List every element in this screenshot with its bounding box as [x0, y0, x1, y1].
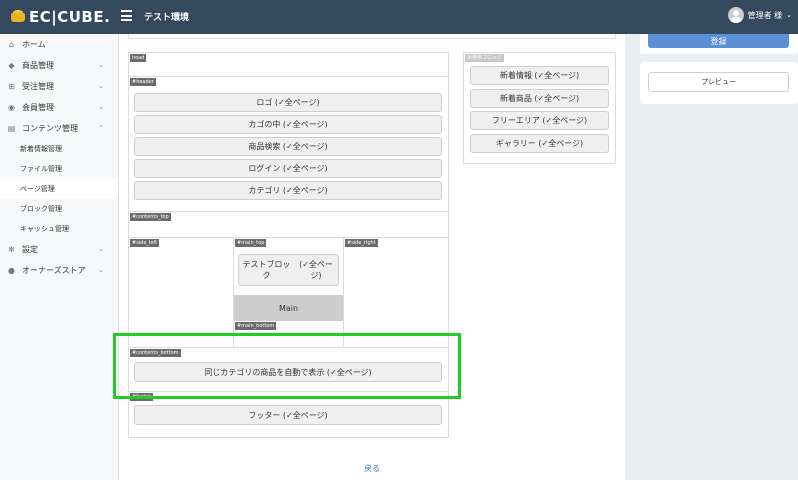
- sidebar-subitem-blocks[interactable]: ブロック管理: [0, 199, 118, 219]
- sidebar-item-products[interactable]: ◆ 商品管理 ⌄: [0, 55, 118, 76]
- sidebar-item-home[interactable]: ⌂ ホーム: [0, 34, 118, 55]
- sidebar-item-label: 受注管理: [22, 82, 54, 91]
- sidebar-item-label: 設定: [22, 245, 38, 254]
- block-category[interactable]: カテゴリ (✓全ページ): [134, 181, 442, 200]
- area-tag-side-right: #side_right: [345, 239, 378, 247]
- chevron-down-icon: ⌄: [98, 245, 104, 253]
- chevron-down-icon: ⌄: [786, 11, 792, 19]
- sidebar-item-owners-store[interactable]: ● オーナーズストア ⌄: [0, 260, 118, 281]
- logo-text: EC|CUBE.: [29, 8, 111, 26]
- top-bar: EC|CUBE. テスト環境 管理者 様 ⌄: [0, 0, 798, 34]
- area-contents-top[interactable]: #contents_top: [129, 212, 448, 238]
- highlight-box: [113, 333, 461, 399]
- sidebar-item-orders[interactable]: ⊞ 受注管理 ⌄: [0, 76, 118, 97]
- chevron-up-icon: ⌃: [98, 124, 104, 132]
- chevron-down-icon: ⌄: [98, 103, 104, 111]
- preview-card: プレビュー: [640, 62, 798, 104]
- save-card: 登録: [640, 34, 798, 54]
- area-tag: #header: [130, 78, 156, 86]
- block-test[interactable]: テストブロック (✓全ページ): [238, 254, 339, 286]
- preview-button[interactable]: プレビュー: [648, 72, 789, 92]
- block-search[interactable]: 商品検索 (✓全ページ): [134, 137, 442, 156]
- area-tag: #contents_top: [130, 213, 171, 221]
- area-tag: 未使用ブロック: [465, 54, 505, 62]
- chevron-down-icon: ⌄: [98, 266, 104, 274]
- crown-icon: [10, 10, 26, 24]
- info-icon: ●: [8, 266, 15, 275]
- area-head[interactable]: head: [129, 53, 448, 77]
- sidebar-item-label: 会員管理: [22, 103, 54, 112]
- area-tag: head: [130, 54, 147, 62]
- hamburger-menu-icon[interactable]: [121, 10, 132, 22]
- area-middle-row: #side_left #main_top #side_right テストブロック…: [129, 238, 448, 348]
- area-tag-main-top: #main_top: [235, 239, 267, 247]
- sidebar: ⌂ ホーム ◆ 商品管理 ⌄ ⊞ 受注管理 ⌄ ◉ 会員管理 ⌄ ▤ コンテンツ…: [0, 34, 119, 480]
- home-icon: ⌂: [8, 40, 15, 49]
- tag-icon: ◆: [8, 61, 15, 70]
- user-name: 管理者 様: [747, 10, 783, 20]
- sidebar-subitem-news[interactable]: 新着情報管理: [0, 139, 118, 159]
- shop-name: テスト環境: [144, 13, 190, 23]
- unused-blocks-panel: 未使用ブロック 新着情報 (✓全ページ) 新着商品 (✓全ページ) フリーエリア…: [463, 52, 616, 164]
- block-cart[interactable]: カゴの中 (✓全ページ): [134, 115, 442, 134]
- user-menu[interactable]: 管理者 様 ⌄: [727, 7, 792, 23]
- unused-block-gallery[interactable]: ギャラリー (✓全ページ): [470, 134, 609, 153]
- block-footer[interactable]: フッター (✓全ページ): [134, 405, 442, 425]
- main-content: head #header ロゴ (✓全ページ) カゴの中 (✓全ページ) 商品検…: [119, 34, 625, 480]
- sidebar-subitem-files[interactable]: ファイル管理: [0, 159, 118, 179]
- sidebar-item-settings[interactable]: ✻ 設定 ⌄: [0, 239, 118, 260]
- unused-block-news[interactable]: 新着情報 (✓全ページ): [470, 66, 609, 85]
- sidebar-item-label: 商品管理: [22, 61, 54, 70]
- sidebar-item-label: ホーム: [22, 40, 46, 49]
- block-login[interactable]: ログイン (✓全ページ): [134, 159, 442, 178]
- file-icon: ▤: [7, 124, 16, 133]
- block-test-scope: (✓全ページ): [299, 260, 333, 280]
- block-test-name: テストブロック: [242, 260, 291, 280]
- block-logo[interactable]: ロゴ (✓全ページ): [134, 93, 442, 112]
- users-icon: ◉: [8, 103, 15, 112]
- sidebar-item-label: オーナーズストア: [22, 266, 86, 275]
- sidebar-subitem-cache[interactable]: キャッシュ管理: [0, 219, 118, 239]
- gear-icon: ✻: [8, 245, 15, 254]
- eccube-logo[interactable]: EC|CUBE.: [10, 8, 110, 26]
- cart-icon: ⊞: [8, 82, 15, 91]
- sidebar-subitem-pages[interactable]: ページ管理: [0, 179, 118, 199]
- unused-block-new-products[interactable]: 新着商品 (✓全ページ): [470, 89, 609, 108]
- unused-block-free-area[interactable]: フリーエリア (✓全ページ): [470, 111, 609, 130]
- top-card-edge: [128, 34, 616, 39]
- area-tag-main-bottom: #main_bottom: [235, 322, 277, 330]
- back-link[interactable]: 戻る: [364, 463, 380, 474]
- sidebar-item-contents[interactable]: ▤ コンテンツ管理 ⌃: [0, 118, 118, 139]
- right-column: 登録 プレビュー: [625, 34, 798, 480]
- area-tag-side-left: #side_left: [130, 239, 160, 247]
- sidebar-item-customers[interactable]: ◉ 会員管理 ⌄: [0, 97, 118, 118]
- area-header[interactable]: #header ロゴ (✓全ページ) カゴの中 (✓全ページ) 商品検索 (✓全…: [129, 77, 448, 212]
- avatar-icon: [727, 7, 744, 23]
- chevron-down-icon: ⌄: [98, 61, 104, 69]
- chevron-down-icon: ⌄: [98, 82, 104, 90]
- save-button[interactable]: 登録: [648, 34, 789, 48]
- main-area-block: Main: [234, 295, 343, 321]
- sidebar-item-label: コンテンツ管理: [22, 124, 78, 133]
